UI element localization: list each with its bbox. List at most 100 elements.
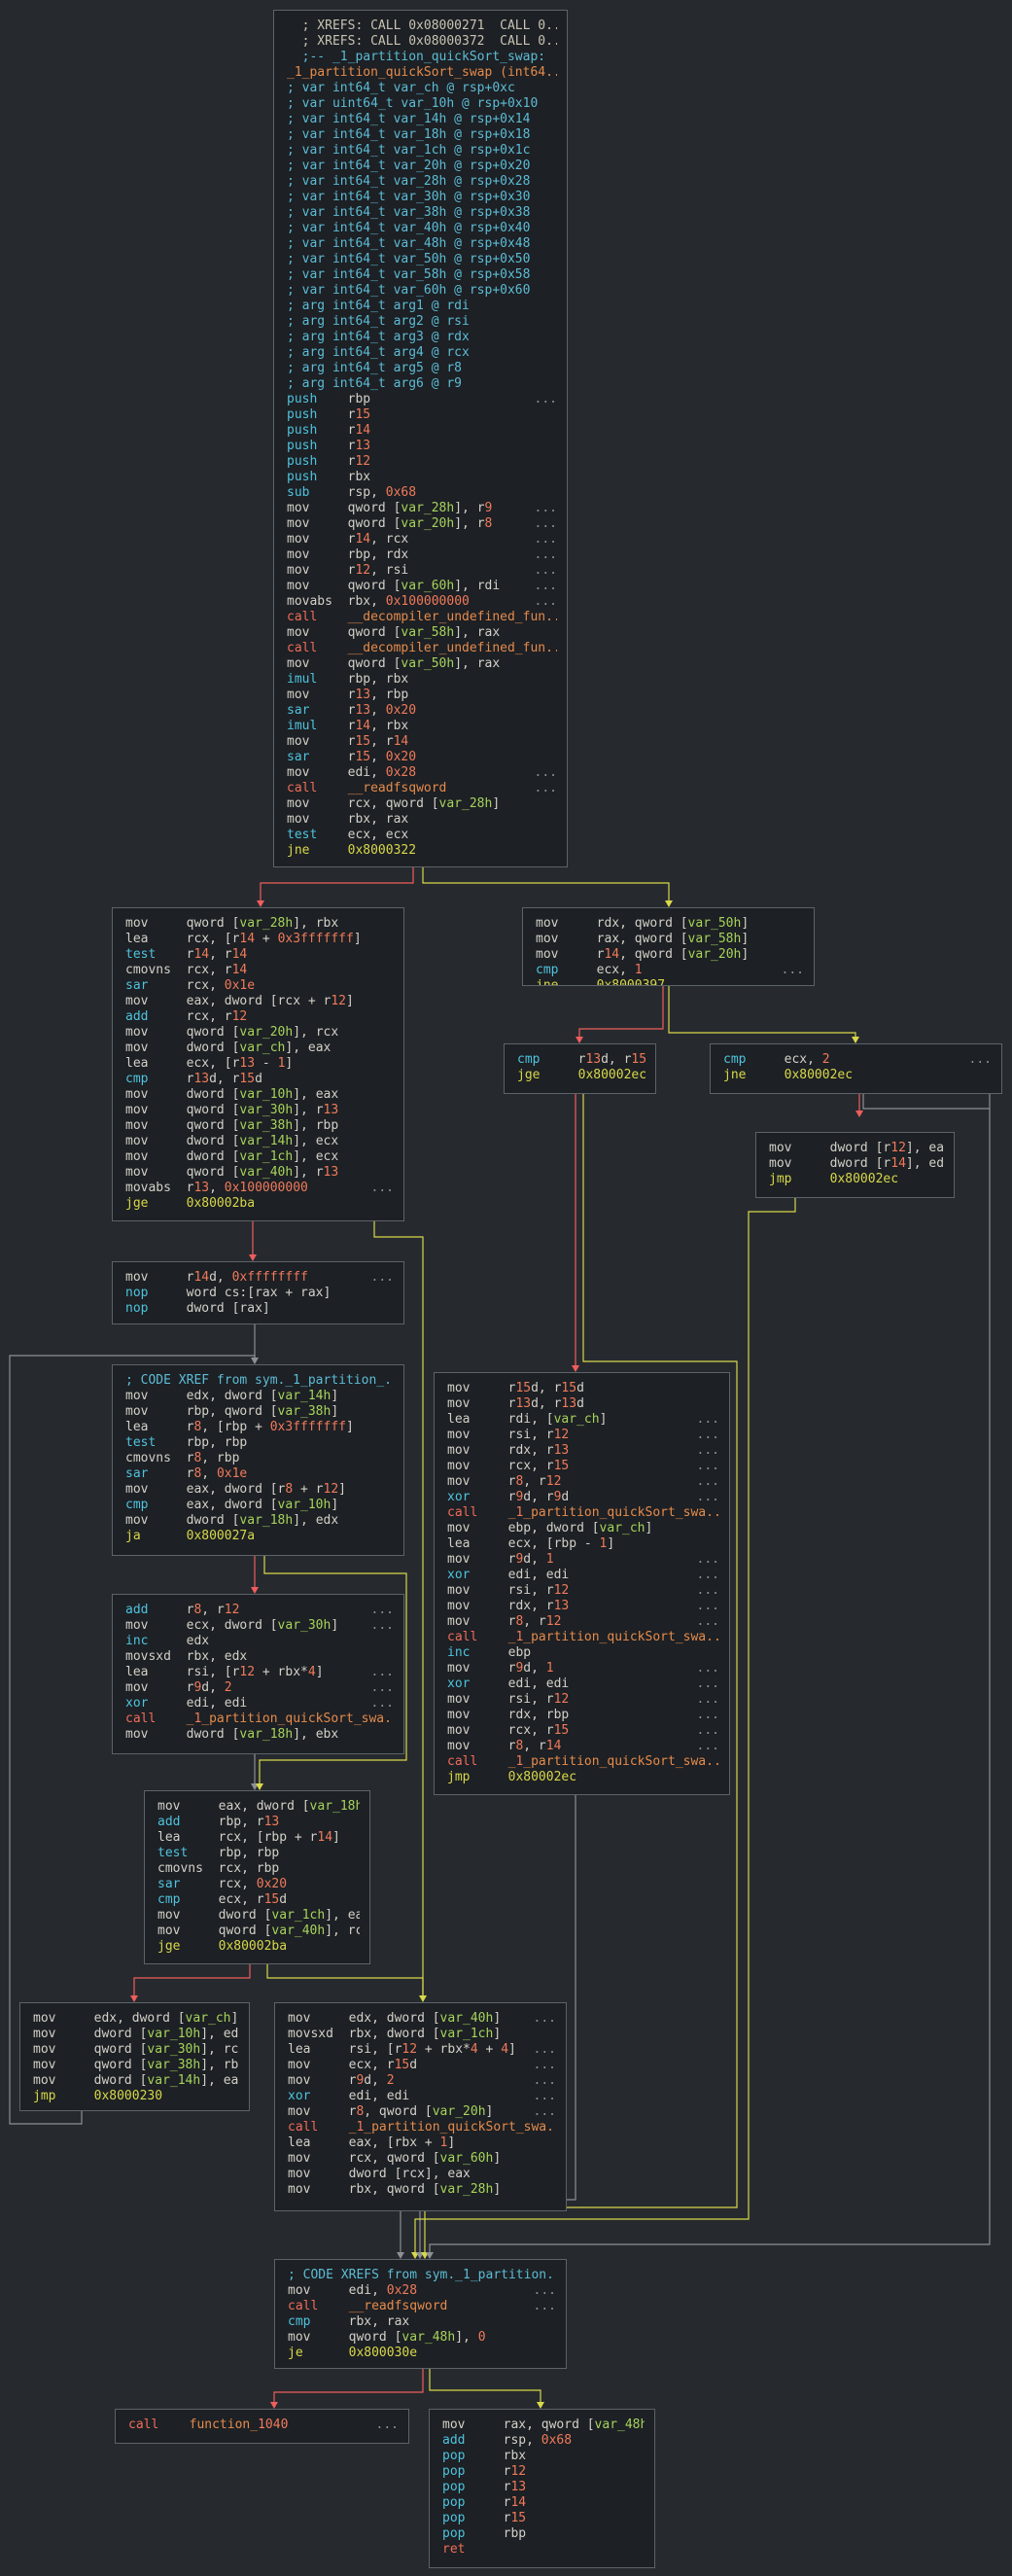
asm-line[interactable]: mov dword [var_ch], eax	[125, 1041, 394, 1056]
asm-line[interactable]: jge 0x80002ba	[157, 1939, 360, 1955]
asm-line[interactable]: ;-- _1_partition_quickSort_swap:	[287, 50, 557, 65]
asm-line[interactable]: mov edi, 0x28...	[288, 2283, 556, 2299]
asm-line[interactable]: add r8, r12...	[125, 1603, 394, 1618]
more-ellipsis[interactable]: ...	[371, 1696, 394, 1711]
asm-line[interactable]: mov r9d, 2...	[125, 1680, 394, 1696]
graph-block-stack-check[interactable]: ; CODE XREFS from sym._1_partition... mov…	[274, 2259, 567, 2369]
asm-line[interactable]: ; arg int64_t arg1 @ rdi	[287, 299, 557, 314]
asm-line[interactable]: sar rcx, 0x1e	[125, 978, 394, 994]
asm-line[interactable]: mov rcx, r15...	[447, 1459, 719, 1474]
asm-line[interactable]: cmp ecx, 2...	[723, 1052, 992, 1068]
more-ellipsis[interactable]: ...	[969, 1052, 992, 1068]
asm-line[interactable]: ; XREFS: CALL 0x08000372 CALL 0...	[287, 34, 557, 50]
asm-line[interactable]: mov rdx, r13...	[447, 1599, 719, 1614]
asm-line[interactable]: lea ecx, [r13 - 1]	[125, 1056, 394, 1072]
asm-line[interactable]: jne 0x80002ec	[723, 1068, 992, 1083]
more-ellipsis[interactable]: ...	[697, 1599, 719, 1614]
asm-line[interactable]: mov rcx, qword [var_28h]	[287, 796, 557, 812]
asm-line[interactable]: mov r8, r14...	[447, 1739, 719, 1754]
more-ellipsis[interactable]: ...	[534, 2089, 556, 2104]
asm-line[interactable]: push rbp...	[287, 392, 557, 407]
asm-line[interactable]: jmp 0x80002ec	[447, 1770, 719, 1785]
more-ellipsis[interactable]: ...	[535, 765, 557, 781]
asm-line[interactable]: ; var int64_t var_30h @ rsp+0x30	[287, 190, 557, 205]
asm-line[interactable]: mov rdx, r13...	[447, 1443, 719, 1459]
asm-line[interactable]: mov rax, qword [var_58h]	[536, 932, 804, 947]
asm-line[interactable]: sar rcx, 0x20	[157, 1877, 360, 1892]
asm-line[interactable]: xor edi, edi...	[447, 1568, 719, 1583]
asm-line[interactable]: mov eax, dword [var_18h]	[157, 1799, 360, 1815]
asm-line[interactable]: nop word cs:[rax + rax]	[125, 1286, 394, 1301]
asm-line[interactable]: xor edi, edi...	[288, 2089, 556, 2104]
asm-line[interactable]: mov dword [r14], edx	[769, 1156, 944, 1172]
more-ellipsis[interactable]: ...	[371, 1181, 394, 1196]
asm-line[interactable]: test rbp, rbp	[125, 1435, 394, 1451]
asm-line[interactable]: mov dword [var_10h], edx	[33, 2027, 239, 2042]
asm-line[interactable]: lea rsi, [r12 + rbx*4 + 4]...	[288, 2042, 556, 2058]
asm-line[interactable]: mov r14, rcx...	[287, 532, 557, 547]
asm-line[interactable]: mov dword [var_14h], ecx	[125, 1134, 394, 1149]
asm-line[interactable]: push r13	[287, 439, 557, 454]
asm-line[interactable]: mov qword [var_40h], r13	[125, 1165, 394, 1181]
asm-line[interactable]: mov r12, rsi...	[287, 563, 557, 579]
more-ellipsis[interactable]: ...	[371, 1603, 394, 1618]
asm-line[interactable]: mov dword [var_10h], eax	[125, 1087, 394, 1103]
more-ellipsis[interactable]: ...	[697, 1692, 719, 1708]
asm-line[interactable]: ; arg int64_t arg2 @ rsi	[287, 314, 557, 330]
asm-line[interactable]: cmp ecx, 1...	[536, 963, 804, 978]
asm-line[interactable]: ; arg int64_t arg5 @ r8	[287, 361, 557, 376]
more-ellipsis[interactable]: ...	[371, 1270, 394, 1286]
asm-line[interactable]: lea rdi, [var_ch]...	[447, 1412, 719, 1428]
asm-line[interactable]: movsxd rbx, dword [var_1ch]	[288, 2027, 556, 2042]
more-ellipsis[interactable]: ...	[697, 1428, 719, 1443]
more-ellipsis[interactable]: ...	[697, 1552, 719, 1568]
asm-line[interactable]: mov qword [var_50h], rax	[287, 656, 557, 672]
asm-line[interactable]: mov qword [var_28h], r9...	[287, 501, 557, 516]
asm-line[interactable]: pop r13	[442, 2480, 645, 2495]
asm-line[interactable]: mov rbp, qword [var_38h]	[125, 1404, 394, 1420]
more-ellipsis[interactable]: ...	[371, 1665, 394, 1680]
asm-line[interactable]: ; var int64_t var_28h @ rsp+0x28	[287, 174, 557, 190]
asm-line[interactable]: pop r14	[442, 2495, 645, 2511]
asm-line[interactable]: _1_partition_quickSort_swap (int64...	[287, 65, 557, 81]
asm-line[interactable]: ; var int64_t var_ch @ rsp+0xc	[287, 81, 557, 96]
asm-line[interactable]: mov qword [var_40h], rcx	[157, 1923, 360, 1939]
asm-line[interactable]: mov qword [var_20h], rcx	[125, 1025, 394, 1041]
asm-line[interactable]: mov r15d, r15d	[447, 1381, 719, 1396]
asm-line[interactable]: jmp 0x80002ec	[769, 1172, 944, 1187]
asm-line[interactable]: mov eax, dword [rcx + r12]	[125, 994, 394, 1009]
graph-block-loop-head[interactable]: ; CODE XREF from sym._1_partition_... mov…	[112, 1364, 404, 1556]
asm-line[interactable]: call _1_partition_quickSort_swa...	[125, 1711, 394, 1727]
asm-line[interactable]: push r12	[287, 454, 557, 470]
asm-line[interactable]: lea ecx, [rbp - 1]	[447, 1536, 719, 1552]
asm-line[interactable]: sar r15, 0x20	[287, 750, 557, 765]
graph-block-partition-setup[interactable]: mov qword [var_28h], rbx lea rcx, [r14 + …	[112, 907, 404, 1221]
asm-line[interactable]: ; arg int64_t arg4 @ rcx	[287, 345, 557, 361]
more-ellipsis[interactable]: ...	[697, 1583, 719, 1599]
asm-line[interactable]: mov dword [var_14h], eax	[33, 2073, 239, 2089]
asm-line[interactable]: mov r14d, 0xffffffff...	[125, 1270, 394, 1286]
asm-line[interactable]: ; XREFS: CALL 0x08000271 CALL 0...	[287, 18, 557, 34]
asm-line[interactable]: push r15	[287, 407, 557, 423]
asm-line[interactable]: ; var int64_t var_48h @ rsp+0x48	[287, 236, 557, 252]
asm-line[interactable]: movsxd rbx, edx	[125, 1649, 394, 1665]
graph-block-swap-call[interactable]: add r8, r12... mov ecx, dword [var_30h]..…	[112, 1594, 404, 1754]
more-ellipsis[interactable]: ...	[535, 392, 557, 407]
asm-line[interactable]: mov qword [var_38h], rbp	[125, 1118, 394, 1134]
asm-line[interactable]: mov rsi, r12...	[447, 1428, 719, 1443]
asm-line[interactable]: mov qword [var_60h], rdi...	[287, 579, 557, 594]
asm-line[interactable]: call __readfsqword...	[288, 2299, 556, 2314]
asm-line[interactable]: mov r13, rbp	[287, 688, 557, 703]
asm-line[interactable]: xor edi, edi...	[447, 1676, 719, 1692]
more-ellipsis[interactable]: ...	[782, 963, 804, 978]
more-ellipsis[interactable]: ...	[697, 1661, 719, 1676]
asm-line[interactable]: cmovns r8, rbp	[125, 1451, 394, 1466]
more-ellipsis[interactable]: ...	[697, 1490, 719, 1505]
asm-line[interactable]: mov ecx, dword [var_30h]...	[125, 1618, 394, 1634]
asm-line[interactable]: mov dword [var_1ch], eax	[157, 1908, 360, 1923]
asm-line[interactable]: call _1_partition_quickSort_swa...	[447, 1505, 719, 1521]
more-ellipsis[interactable]: ...	[535, 547, 557, 563]
more-ellipsis[interactable]: ...	[535, 781, 557, 796]
asm-line[interactable]: call function_1040...	[128, 2417, 399, 2433]
graph-block-entry[interactable]: ; XREFS: CALL 0x08000271 CALL 0... ; XRE…	[273, 10, 568, 867]
